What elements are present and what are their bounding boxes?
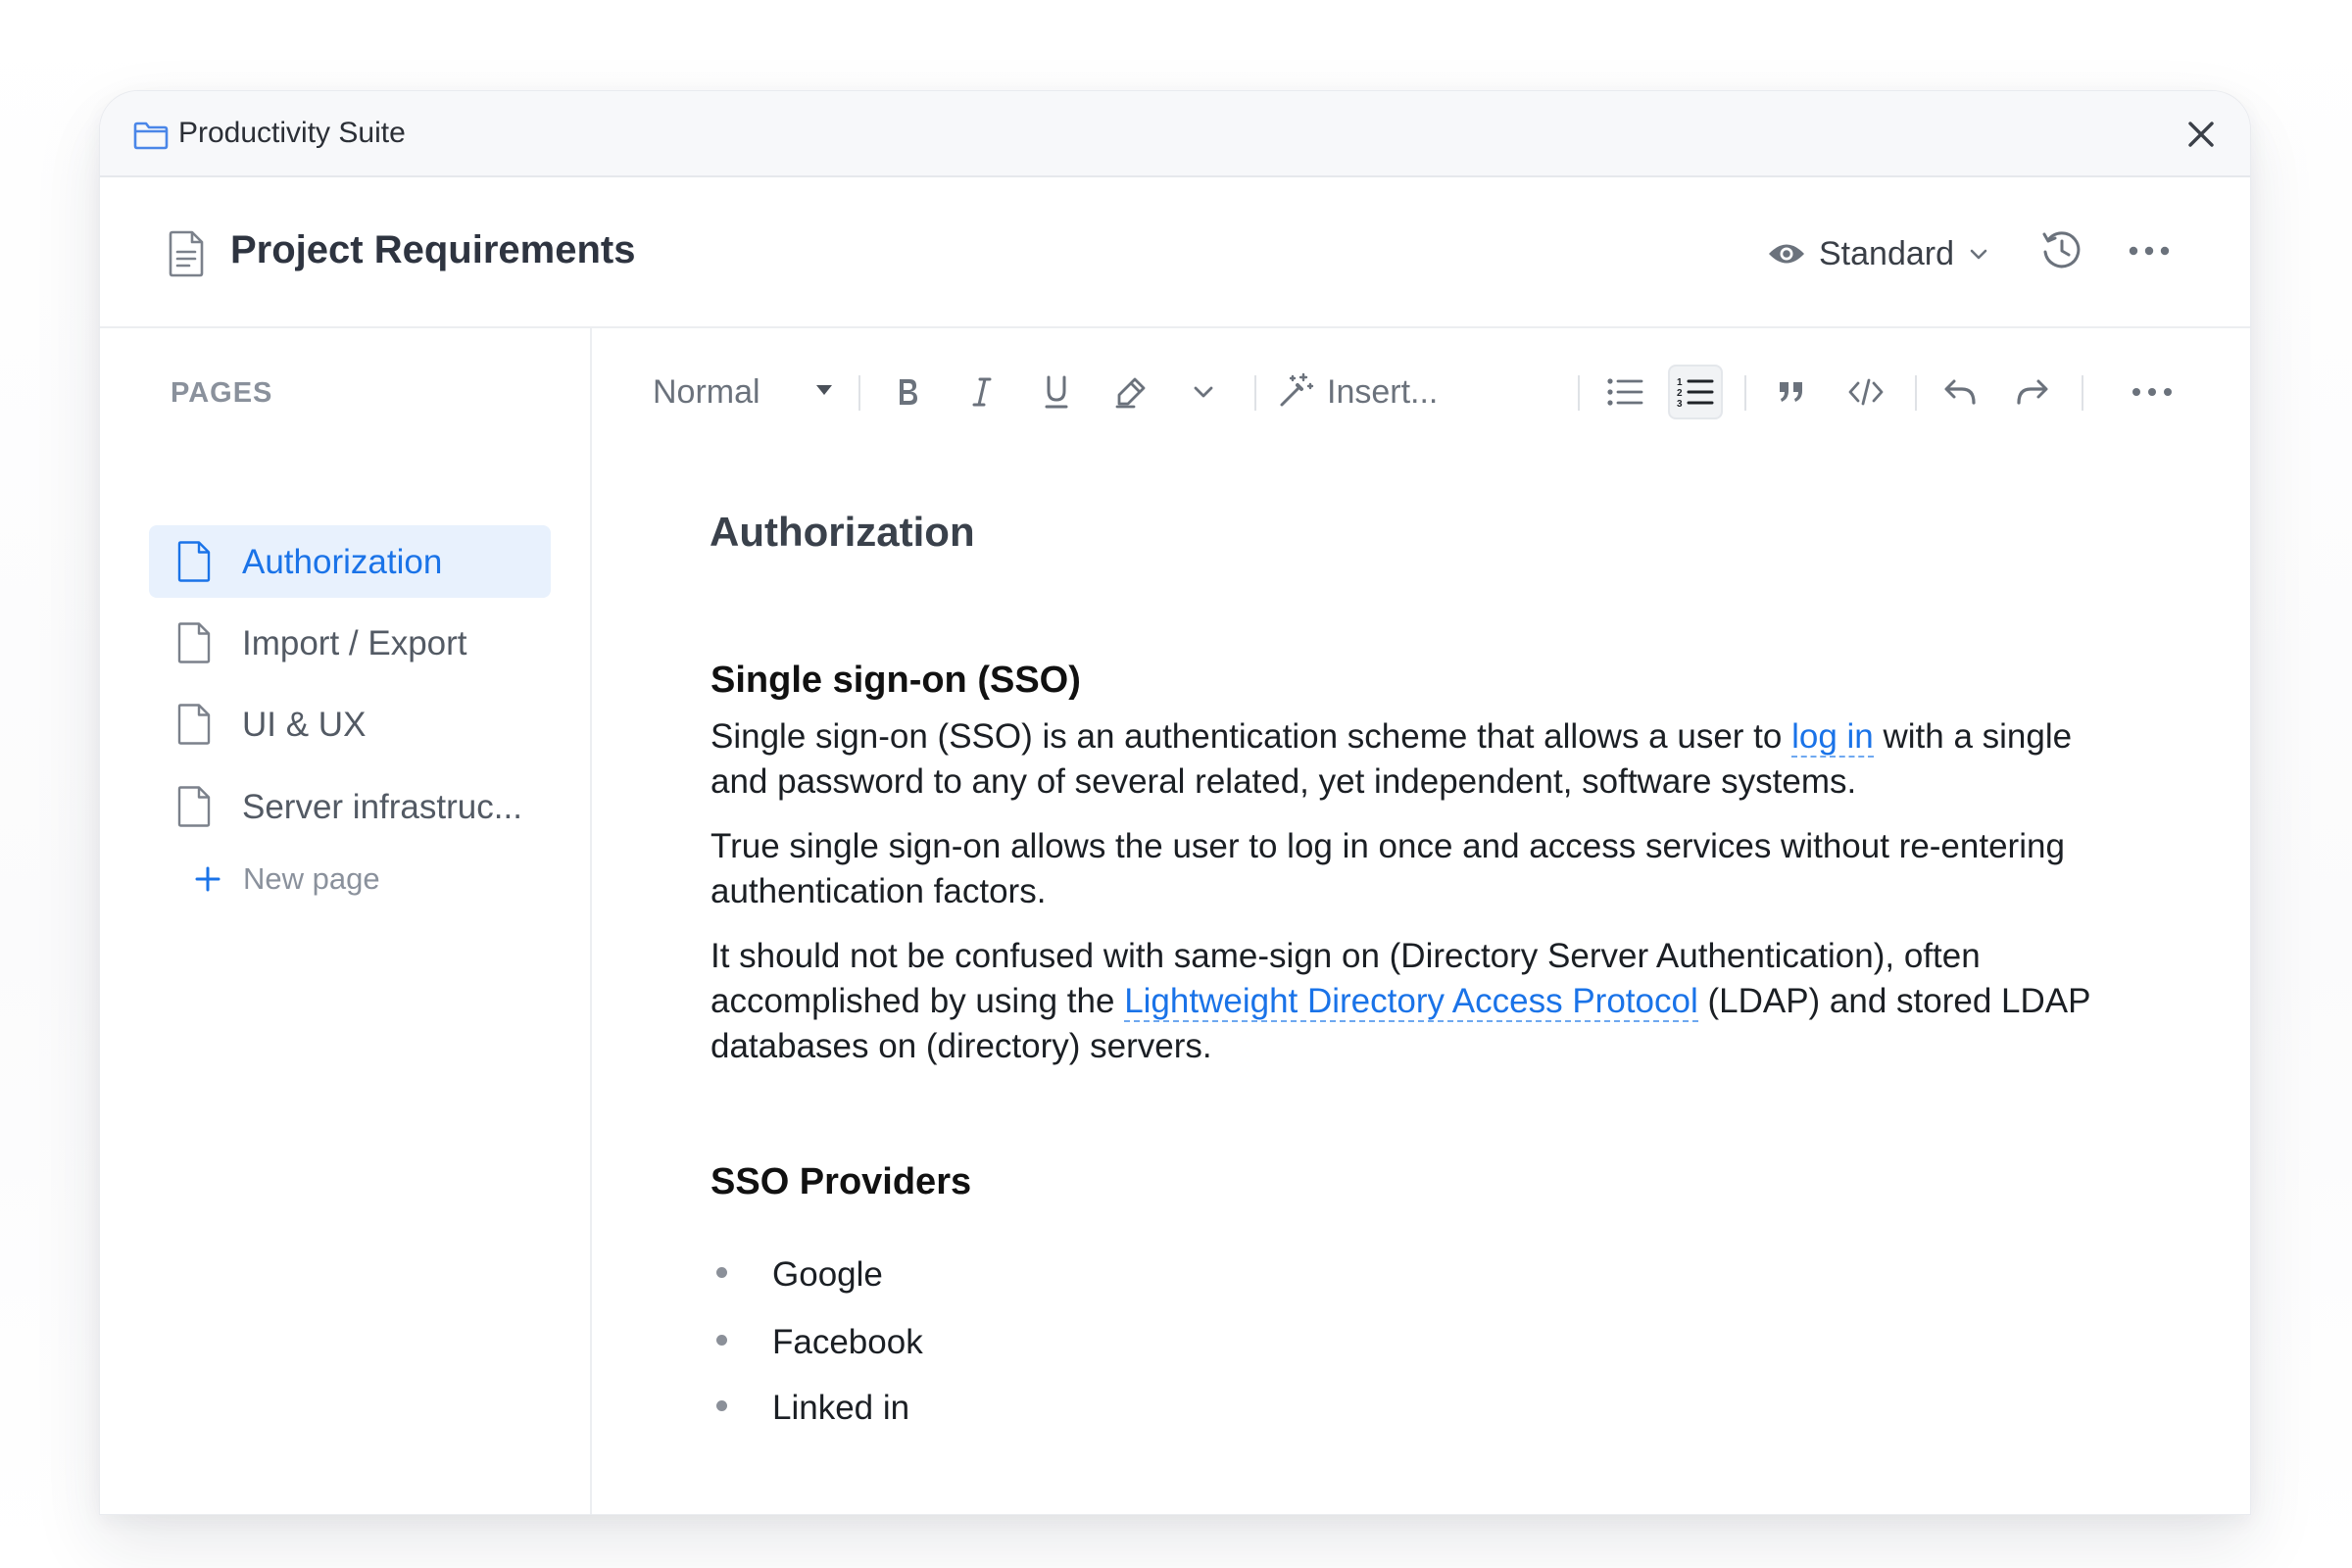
page-icon: [176, 541, 212, 582]
numbered-list-icon: 123: [1677, 377, 1714, 409]
redo-icon: [2017, 379, 2048, 405]
text-style-dropdown[interactable]: Normal: [653, 368, 849, 416]
page-heading: Authorization: [710, 509, 975, 555]
toolbar-divider: [858, 375, 860, 411]
more-horizontal-icon: [2132, 388, 2172, 396]
quote-button[interactable]: [1764, 365, 1819, 419]
bullet-list-button[interactable]: [1597, 365, 1652, 419]
text-style-label: Normal: [653, 373, 760, 411]
underline-button[interactable]: [1029, 365, 1084, 419]
editor-content[interactable]: Authorization Single sign-on (SSO) Singl…: [592, 436, 2250, 1514]
toolbar-divider: [1578, 375, 1580, 411]
list-item: Linked in: [710, 1383, 1298, 1432]
section-heading-providers: SSO Providers: [710, 1161, 972, 1202]
sidebar-item-label: UI & UX: [242, 706, 367, 744]
new-page-label: New page: [243, 861, 380, 896]
toolbar-more-button[interactable]: [2125, 365, 2180, 419]
background: Productivity Suite Project Requirements …: [0, 0, 2352, 1568]
more-options-button[interactable]: [2125, 226, 2174, 275]
magic-wand-icon: [1278, 371, 1315, 414]
list-item-text: Facebook: [772, 1323, 923, 1361]
document-icon: [167, 230, 206, 277]
app-window: Productivity Suite Project Requirements …: [99, 90, 2251, 1515]
app-title: Productivity Suite: [178, 117, 406, 149]
version-history-button[interactable]: [2038, 226, 2085, 273]
document-title[interactable]: Project Requirements: [230, 228, 635, 272]
insert-label: Insert...: [1327, 372, 1439, 411]
list-item: Facebook: [710, 1317, 1298, 1366]
italic-button[interactable]: [955, 365, 1009, 419]
paragraph-true-sso: True single sign-on allows the user to l…: [710, 827, 2065, 910]
list-item: Google: [710, 1250, 1298, 1298]
pages-sidebar: PAGES Authorization Import / Export UI &…: [100, 328, 592, 1514]
close-icon: [2188, 122, 2214, 147]
bullet-dot: [716, 1335, 727, 1346]
ldap-link[interactable]: Lightweight Directory Access Protocol: [1124, 982, 1698, 1022]
pages-section-label: PAGES: [171, 377, 273, 409]
sidebar-item-import-export[interactable]: Import / Export: [149, 607, 551, 679]
title-bar: Productivity Suite: [100, 91, 2250, 177]
svg-text:1: 1: [1677, 377, 1683, 388]
redo-button[interactable]: [2005, 365, 2060, 419]
section-heading-sso: Single sign-on (SSO): [710, 660, 1081, 701]
sidebar-item-authorization[interactable]: Authorization: [149, 525, 551, 598]
new-page-button[interactable]: New page: [194, 855, 380, 904]
page-icon: [176, 786, 212, 827]
insert-button[interactable]: Insert...: [1278, 366, 1438, 418]
sidebar-item-ui-ux[interactable]: UI & UX: [149, 688, 551, 760]
more-formatting-button[interactable]: [1176, 365, 1231, 419]
paragraph-ldap: It should not be confused with same-sign…: [710, 934, 2122, 1069]
toolbar-divider: [1915, 375, 1917, 411]
log-in-link[interactable]: log in: [1791, 717, 1874, 758]
bold-icon: [900, 379, 917, 405]
sidebar-item-label: Import / Export: [242, 624, 467, 662]
undo-icon: [1944, 379, 1976, 405]
highlighter-icon: [1115, 377, 1146, 409]
page-icon: [176, 622, 212, 663]
numbered-list-button[interactable]: 123: [1668, 365, 1723, 419]
svg-text:2: 2: [1677, 388, 1683, 399]
chevron-down-icon: [1968, 243, 1989, 265]
code-button[interactable]: [1838, 365, 1893, 419]
editor-toolbar: Normal Insert... 1 2 3: [592, 328, 2250, 436]
sidebar-item-label: Authorization: [242, 543, 443, 581]
text-run: Single sign-on (SSO) is an authenticatio…: [710, 717, 1792, 756]
underline-icon: [1045, 375, 1068, 409]
list-item-text: Google: [772, 1255, 883, 1294]
more-horizontal-icon: [2129, 246, 2170, 256]
sidebar-item-label: Server infrastruc...: [242, 788, 522, 826]
undo-button[interactable]: [1933, 365, 1987, 419]
toolbar-divider: [1744, 375, 1746, 411]
highlight-button[interactable]: [1103, 365, 1158, 419]
list-item-text: Linked in: [772, 1389, 910, 1427]
document-header: Project Requirements Standard: [100, 177, 2250, 328]
chevron-down-icon: [1194, 386, 1213, 398]
close-button[interactable]: [2180, 113, 2223, 156]
view-mode-label: Standard: [1819, 234, 1954, 272]
paragraph-sso-definition: Single sign-on (SSO) is an authenticatio…: [710, 714, 2122, 805]
bullet-dot: [716, 1400, 727, 1411]
eye-icon: [1768, 241, 1805, 267]
bullet-list-icon: [1607, 378, 1643, 406]
code-icon: [1848, 378, 1884, 406]
history-icon: [2042, 231, 2081, 269]
sidebar-item-server-infrastructure[interactable]: Server infrastruc...: [149, 770, 551, 843]
toolbar-divider: [1254, 375, 1256, 411]
quote-icon: [1780, 382, 1802, 402]
plus-icon: [194, 865, 221, 893]
folder-icon: [133, 121, 169, 150]
bold-button[interactable]: [880, 365, 935, 419]
bullet-dot: [716, 1267, 727, 1278]
italic-icon: [972, 377, 992, 407]
svg-text:3: 3: [1677, 399, 1683, 409]
toolbar-divider: [2082, 375, 2083, 411]
caret-down-icon: [815, 383, 833, 397]
page-icon: [176, 704, 212, 745]
view-mode-dropdown[interactable]: Standard: [1768, 226, 1989, 281]
